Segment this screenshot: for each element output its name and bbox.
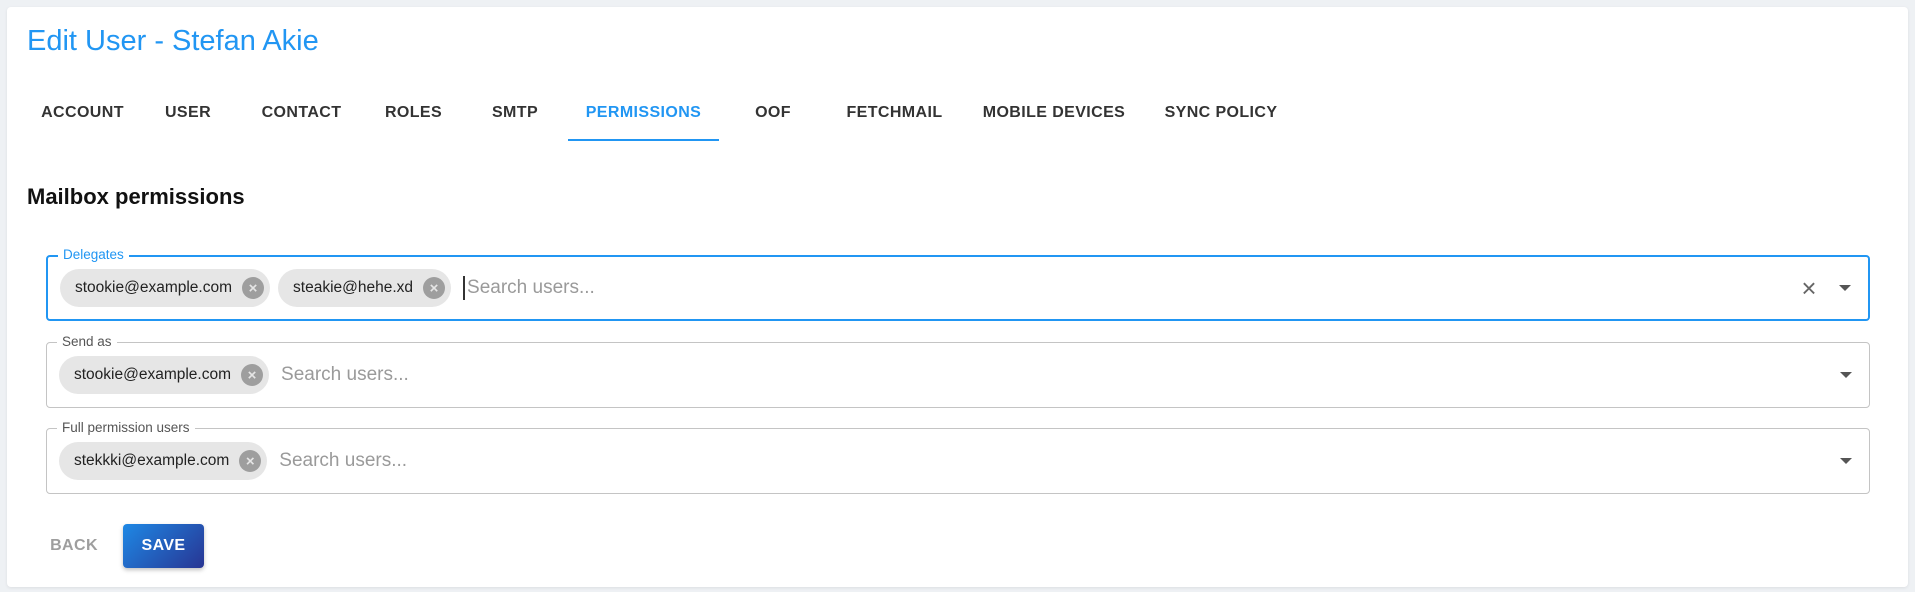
tab-sync-policy[interactable]: SYNC POLICY bbox=[1146, 85, 1296, 141]
chip-label: stookie@example.com bbox=[74, 366, 232, 383]
arrow-drop-down-icon[interactable] bbox=[1831, 360, 1861, 390]
full-permission-search-input[interactable] bbox=[279, 450, 1831, 472]
tab-user[interactable]: USER bbox=[138, 85, 238, 141]
delegate-chip: steakie@hehe.xd × bbox=[278, 269, 452, 307]
delegate-chip: stookie@example.com × bbox=[60, 269, 271, 307]
delegates-search-input[interactable] bbox=[463, 276, 1794, 300]
tab-roles[interactable]: ROLES bbox=[365, 85, 462, 141]
close-circle-icon[interactable]: × bbox=[423, 277, 446, 299]
tab-mobile-devices[interactable]: MOBILE DEVICES bbox=[962, 85, 1146, 141]
section-title: Mailbox permissions bbox=[27, 184, 245, 209]
tab-bar: ACCOUNT USER CONTACT ROLES SMTP PERMISSI… bbox=[27, 85, 1296, 141]
send-as-search-input[interactable] bbox=[281, 364, 1831, 386]
tab-contact[interactable]: CONTACT bbox=[238, 85, 365, 141]
send-as-chip: stookie@example.com × bbox=[59, 356, 270, 394]
arrow-drop-down-icon[interactable] bbox=[1830, 273, 1860, 303]
arrow-drop-down-icon[interactable] bbox=[1831, 446, 1861, 476]
tab-fetchmail[interactable]: FETCHMAIL bbox=[827, 85, 962, 141]
full-permission-chip: stekkki@example.com × bbox=[59, 442, 268, 480]
close-circle-icon[interactable]: × bbox=[242, 277, 265, 299]
tab-permissions[interactable]: PERMISSIONS bbox=[568, 85, 719, 141]
tab-smtp[interactable]: SMTP bbox=[462, 85, 568, 141]
close-circle-icon[interactable]: × bbox=[241, 364, 264, 386]
chip-label: steakie@hehe.xd bbox=[293, 279, 414, 296]
back-button[interactable]: BACK bbox=[44, 524, 104, 568]
chip-label: stookie@example.com bbox=[75, 279, 233, 296]
chip-label: stekkki@example.com bbox=[74, 452, 230, 469]
close-icon[interactable]: × bbox=[1794, 273, 1824, 303]
send-as-field[interactable]: Send as stookie@example.com × bbox=[46, 334, 1870, 408]
delegates-field[interactable]: Delegates stookie@example.com × steakie@… bbox=[46, 247, 1870, 321]
tab-account[interactable]: ACCOUNT bbox=[27, 85, 138, 141]
close-circle-icon[interactable]: × bbox=[239, 450, 262, 472]
save-button[interactable]: SAVE bbox=[123, 524, 204, 568]
full-permission-field[interactable]: Full permission users stekkki@example.co… bbox=[46, 420, 1870, 494]
tab-oof[interactable]: OOF bbox=[719, 85, 827, 141]
page-title: Edit User - Stefan Akie bbox=[27, 25, 319, 57]
